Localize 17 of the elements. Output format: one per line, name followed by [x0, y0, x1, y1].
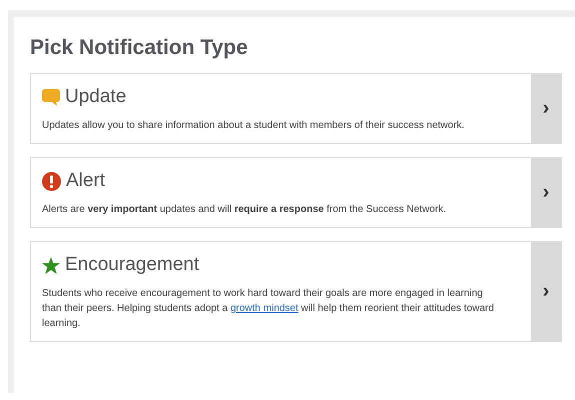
card-title: Update: [65, 86, 126, 108]
notification-type-card[interactable]: Alert Alerts are very important updates and will require a response from the Success Network. ›: [30, 157, 562, 228]
speech-bubble-icon: [42, 88, 60, 106]
star-icon: [42, 256, 60, 274]
alert-icon: [42, 172, 61, 190]
chevron-button[interactable]: ›: [531, 242, 561, 341]
card-description: Updates allow you to share information about a student with members of their success network.: [42, 119, 466, 133]
card-title: Alert: [66, 170, 106, 192]
card-title: Encouragement: [65, 254, 200, 276]
card-description: Students who receive encouragement to work hard toward their goals are more engaged in learning than their peers. Helping students adopt a growth mindset will help them reorient their attitudes toward learning.: [42, 287, 495, 331]
chevron-button[interactable]: ›: [531, 74, 561, 143]
page-title: Pick Notification Type: [30, 36, 249, 60]
notification-type-card[interactable]: Update Updates allow you to share information about a student with members of their success network. ›: [30, 73, 562, 144]
growth-mindset-link[interactable]: growth mindset: [230, 303, 298, 314]
notification-type-card[interactable]: [30, 241, 562, 342]
chevron-button[interactable]: ›: [531, 158, 561, 227]
card-description: Alerts are very important updates and will require a response from the Success Network.: [42, 203, 448, 217]
